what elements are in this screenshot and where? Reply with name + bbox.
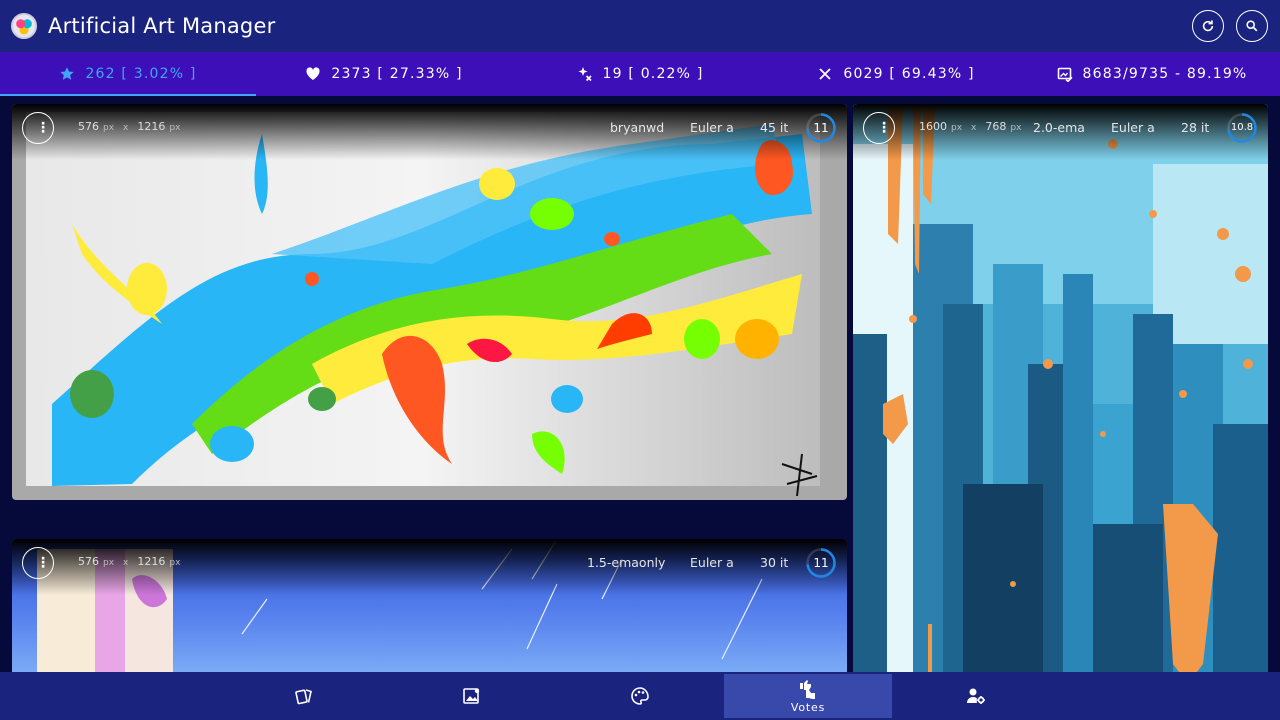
stat-rejected-text: 6029 [ 69.43% ] [843, 66, 975, 82]
stat-liked-text: 2373 [ 27.33% ] [331, 66, 463, 82]
more-vertical-icon: ⋮ [877, 120, 891, 136]
more-vertical-icon: ⋮ [36, 555, 50, 571]
steps-chip: 28 it [1181, 120, 1210, 135]
card-menu-button[interactable]: ⋮ [22, 112, 54, 144]
nav-votes[interactable]: Votes [724, 674, 892, 718]
refresh-button[interactable] [1192, 10, 1224, 42]
model-chip: 1.5-emaonly [587, 555, 666, 570]
image-card[interactable]: ⋮ 576 px x 1216 px 1.5-emaonly Euler a 30 … [12, 539, 847, 679]
sparkle-cross-icon [578, 67, 592, 82]
tab-progress[interactable]: 8683/9735 - 89.19% [1024, 52, 1280, 96]
cfg-value: 11 [813, 556, 829, 570]
cfg-value: 10.8 [1230, 122, 1254, 133]
steps-chip: 45 it [760, 120, 789, 135]
nav-votes-label: Votes [790, 700, 826, 714]
cfg-gauge: 11 [805, 112, 837, 144]
close-icon [819, 68, 831, 80]
sampler-chip: Euler a [690, 555, 734, 570]
stats-tabs: 262 [ 3.02% ] 2373 [ 27.33% ] 19 [ 0.22%… [0, 52, 1280, 96]
bottom-navigation: Votes [0, 672, 1280, 720]
image-card[interactable]: ⋮ 576 px x 1216 px bryanwd Euler a 45 it 1… [12, 104, 847, 500]
stat-progress-text: 8683/9735 - 89.19% [1082, 66, 1248, 82]
artwork-image [853, 104, 1268, 684]
model-chip: 2.0-ema [1033, 120, 1085, 135]
stat-starred-text: 262 [ 3.02% ] [85, 66, 197, 82]
search-button[interactable] [1236, 10, 1268, 42]
nav-cards[interactable] [220, 674, 388, 718]
user-settings-icon [967, 688, 985, 704]
image-user-icon [463, 688, 480, 704]
image-card[interactable]: ⋮ 1600 px x 768 px 2.0-ema Euler a 28 it 1… [853, 104, 1268, 684]
artwork-image [12, 104, 847, 500]
nav-gallery[interactable] [388, 674, 556, 718]
nav-palette[interactable] [556, 674, 724, 718]
search-icon [1246, 20, 1258, 32]
sampler-chip: Euler a [1111, 120, 1155, 135]
image-dimensions: 576 px x 1216 px [78, 555, 181, 568]
card-menu-button[interactable]: ⋮ [22, 547, 54, 579]
tab-rejected[interactable]: 6029 [ 69.43% ] [768, 52, 1024, 96]
model-chip: bryanwd [610, 120, 665, 135]
steps-chip: 30 it [760, 555, 789, 570]
image-dimensions: 576 px x 1216 px [78, 120, 181, 133]
cards-icon [295, 689, 312, 705]
more-vertical-icon: ⋮ [36, 120, 50, 136]
tab-liked[interactable]: 2373 [ 27.33% ] [256, 52, 512, 96]
palette-icon [631, 687, 649, 705]
tab-unstarred[interactable]: 19 [ 0.22% ] [512, 52, 768, 96]
heart-icon [306, 67, 320, 80]
image-check-icon [1057, 67, 1073, 82]
image-dimensions: 1600 px x 768 px [919, 120, 1022, 133]
nav-user-settings[interactable] [892, 674, 1060, 718]
sampler-chip: Euler a [690, 120, 734, 135]
app-bar: Artificial Art Manager [0, 0, 1280, 52]
palette-logo [11, 13, 37, 39]
cfg-value: 11 [813, 121, 829, 135]
card-menu-button[interactable]: ⋮ [863, 112, 895, 144]
app-title: Artificial Art Manager [48, 14, 276, 38]
star-icon [60, 67, 75, 80]
thumbs-vote-icon [800, 679, 815, 699]
cfg-gauge: 10.8 [1226, 112, 1258, 144]
stat-unstarred-text: 19 [ 0.22% ] [602, 66, 704, 82]
cfg-gauge: 11 [805, 547, 837, 579]
refresh-icon [1202, 20, 1214, 32]
tab-starred[interactable]: 262 [ 3.02% ] [0, 52, 256, 96]
